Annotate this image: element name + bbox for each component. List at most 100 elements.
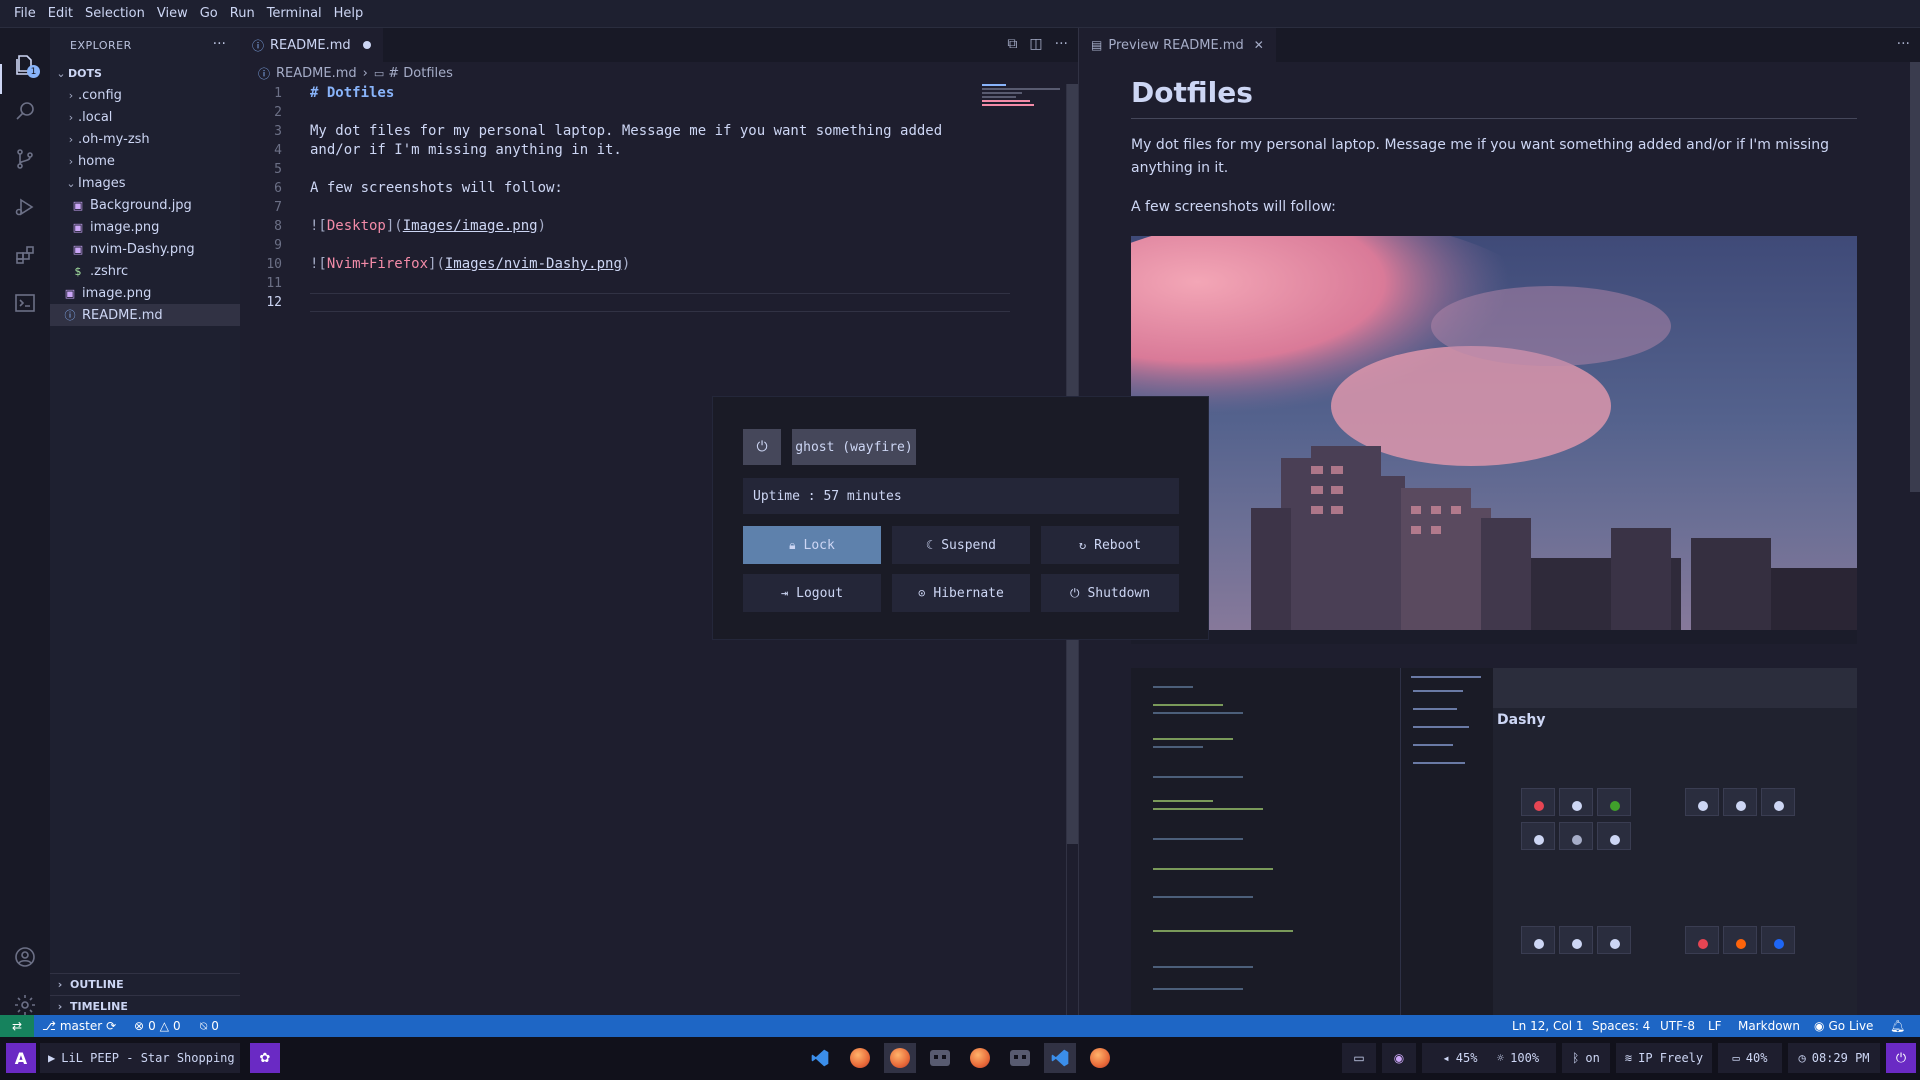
firefox-logo <box>1090 1048 1110 1068</box>
more-actions-icon[interactable]: ··· <box>213 36 226 52</box>
branch-indicator[interactable]: ⎇ master ⟳ <box>42 1015 116 1037</box>
terminal-app-icon[interactable] <box>1004 1043 1036 1073</box>
close-icon[interactable]: ✕ <box>1254 38 1264 52</box>
refresh-icon: ↻ <box>1078 538 1087 552</box>
clock-tray[interactable]: ◷ 08:29 PM <box>1788 1043 1880 1073</box>
tab-preview[interactable]: ▤ Preview README.md ✕ <box>1079 28 1276 62</box>
eye-tray-icon[interactable]: ◉ <box>1382 1043 1416 1073</box>
line-number: 6 <box>274 181 282 196</box>
battery-tray[interactable]: ▭ 40% <box>1718 1043 1782 1073</box>
tree-item-images[interactable]: ⌄ Images <box>50 172 240 194</box>
workspace-root[interactable]: ⌄ DOTS <box>50 62 240 84</box>
extensions-icon[interactable] <box>10 240 40 270</box>
terminal-logo <box>930 1050 950 1066</box>
md-punct: ) <box>537 218 547 234</box>
app-launcher-icon[interactable]: A <box>6 1043 36 1073</box>
media-player[interactable]: ▶ LiL PEEP - Star Shopping <box>40 1043 240 1073</box>
split-editor-icon[interactable]: ◫ <box>1029 36 1042 52</box>
palette-icon[interactable]: ✿ <box>250 1043 280 1073</box>
more-actions-icon[interactable]: ··· <box>1055 36 1068 52</box>
menu-go[interactable]: Go <box>194 6 224 21</box>
lock-button[interactable]: 🔒︎ Lock <box>743 526 881 564</box>
vscode-logo <box>811 1049 829 1067</box>
problems-indicator[interactable]: ⊗ 0 △ 0 <box>134 1015 181 1037</box>
preview-scrollbar[interactable] <box>1908 62 1920 1015</box>
menu-run[interactable]: Run <box>224 6 261 21</box>
tree-item-home[interactable]: › home <box>50 150 240 172</box>
open-preview-icon[interactable]: ⧉ <box>1007 36 1017 52</box>
menu-terminal[interactable]: Terminal <box>261 6 328 21</box>
tree-item-nvim-dashy-png[interactable]: ▣ nvim-Dashy.png <box>50 238 240 260</box>
dashy-tile <box>1597 822 1631 850</box>
scroll-thumb[interactable] <box>1910 62 1920 492</box>
notifications-bell-icon[interactable]: 🔔︎ <box>1890 1015 1905 1037</box>
ports-indicator[interactable]: ⍉ 0 <box>200 1015 219 1037</box>
firefox-app-icon[interactable] <box>844 1043 876 1073</box>
run-debug-icon[interactable] <box>10 192 40 222</box>
play-icon[interactable]: ▶ <box>48 1051 55 1065</box>
breadcrumb-file[interactable]: README.md <box>276 66 357 81</box>
tab-readme[interactable]: ⓘ README.md <box>240 28 383 62</box>
shutdown-button[interactable]: ⏻ Shutdown <box>1041 574 1179 612</box>
encoding[interactable]: UTF-8 <box>1660 1015 1695 1037</box>
unsaved-dot-icon[interactable] <box>362 41 371 49</box>
bluetooth-tray[interactable]: ᛒ on <box>1562 1043 1610 1073</box>
source-control-icon[interactable] <box>10 144 40 174</box>
search-icon[interactable] <box>10 96 40 126</box>
workspace-root-label: DOTS <box>68 66 102 80</box>
display-tray-icon[interactable]: ▭ <box>1342 1043 1376 1073</box>
breadcrumb-symbol[interactable]: # Dotfiles <box>388 66 453 81</box>
menu-edit[interactable]: Edit <box>42 6 79 21</box>
image-file-icon: ▣ <box>64 286 76 300</box>
more-actions-icon[interactable]: ··· <box>1897 36 1910 52</box>
indentation[interactable]: Spaces: 4 <box>1592 1015 1650 1037</box>
terminal-panel-icon[interactable] <box>10 288 40 318</box>
tree-item-background-jpg[interactable]: ▣ Background.jpg <box>50 194 240 216</box>
menu-file[interactable]: File <box>8 6 42 21</box>
suspend-button[interactable]: ☾ Suspend <box>892 526 1030 564</box>
network-tray[interactable]: ≋ IP Freely <box>1616 1043 1712 1073</box>
outline-section[interactable]: › OUTLINE <box>50 973 240 995</box>
explorer-icon[interactable]: 1 <box>10 50 40 80</box>
go-live-button[interactable]: ◉ Go Live <box>1814 1015 1873 1037</box>
dashy-tile <box>1521 788 1555 816</box>
end-of-line[interactable]: LF <box>1708 1015 1722 1037</box>
hibernate-button[interactable]: ⊙ Hibernate <box>892 574 1030 612</box>
reboot-button[interactable]: ↻ Reboot <box>1041 526 1179 564</box>
tile-icon <box>1572 939 1582 949</box>
menu-selection[interactable]: Selection <box>79 6 151 21</box>
tree-item-zshrc[interactable]: $ .zshrc <box>50 260 240 282</box>
menu-view[interactable]: View <box>151 6 194 21</box>
language-mode[interactable]: Markdown <box>1738 1015 1800 1037</box>
sync-icon[interactable]: ⟳ <box>106 1019 116 1033</box>
tree-item-readme-md[interactable]: ⓘ README.md <box>50 304 240 326</box>
firefox-app-icon-active[interactable] <box>884 1043 916 1073</box>
tree-item-image-png[interactable]: ▣ image.png <box>50 216 240 238</box>
timeline-section[interactable]: › TIMELINE <box>50 995 240 1017</box>
brightness-tray[interactable]: ☼ 100% <box>1480 1043 1556 1073</box>
code-line-4: and/or if I'm missing anything in it. <box>310 142 622 158</box>
md-link-path[interactable]: Images/image.png <box>403 218 538 234</box>
tree-item-image-png-root[interactable]: ▣ image.png <box>50 282 240 304</box>
error-count: 0 <box>148 1019 156 1033</box>
hibernate-label: Hibernate <box>933 585 1004 601</box>
tab-preview-label: Preview README.md <box>1108 37 1244 53</box>
building-shape <box>1251 508 1291 644</box>
power-button-icon[interactable]: ⏻ <box>1886 1043 1916 1073</box>
tree-item-oh-my-zsh[interactable]: › .oh-my-zsh <box>50 128 240 150</box>
vscode-app-icon-active[interactable] <box>1044 1043 1076 1073</box>
minimap[interactable] <box>982 84 1062 114</box>
account-icon[interactable] <box>10 942 40 972</box>
md-link-path[interactable]: Images/nvim-Dashy.png <box>445 256 622 272</box>
cursor-position[interactable]: Ln 12, Col 1 <box>1512 1015 1584 1037</box>
tree-item-local[interactable]: › .local <box>50 106 240 128</box>
firefox-app-icon[interactable] <box>1084 1043 1116 1073</box>
remote-indicator-icon[interactable]: ⇄ <box>0 1015 34 1037</box>
menu-help[interactable]: Help <box>328 6 370 21</box>
tree-item-config[interactable]: › .config <box>50 84 240 106</box>
terminal-app-icon[interactable] <box>924 1043 956 1073</box>
tree-item-label: .oh-my-zsh <box>78 131 150 147</box>
vscode-app-icon[interactable] <box>804 1043 836 1073</box>
logout-button[interactable]: ⇥ Logout <box>743 574 881 612</box>
firefox-app-icon[interactable] <box>964 1043 996 1073</box>
